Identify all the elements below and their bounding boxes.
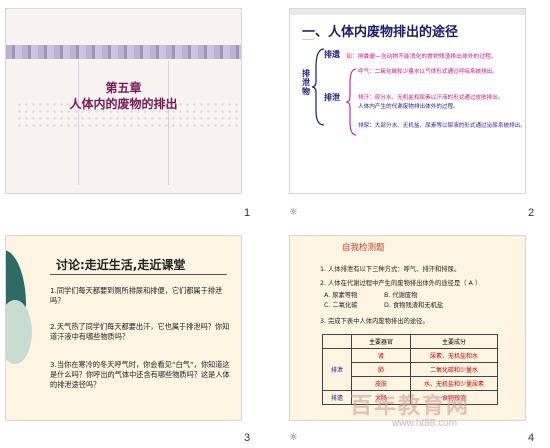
slide-thumbnail-3[interactable]: 讨论:走近生活,走近课堂 1.同学们每天都要到厕所排尿和排便，它们都属于排泄吗？…: [5, 235, 242, 421]
quiz-option: B. 代谢废物: [384, 292, 418, 299]
discussion-question: 3.当你在寒冷的冬天呼气时，你会看见“白气”，你知道这是什么吗？你呼出的气体中还…: [50, 360, 230, 389]
quiz-option: D. 食物残渣和无机盐: [384, 302, 444, 309]
discussion-question: 2.天气热了同学们每天都要出汗，它也属于排泄吗？你知道汗液中有哪些物质吗？: [50, 322, 230, 341]
table-cell: 肾: [351, 348, 411, 363]
slide-thumbnail-2[interactable]: 一、人体内废物排出的途径 排遗 如：排粪便—含动物不能消化的食物残渣排出体外的过…: [289, 8, 526, 194]
slide-heading: 一、人体内废物排出的途径: [302, 25, 459, 40]
slide-title-chapter: 第五章: [105, 81, 142, 95]
slide-number: 1: [244, 207, 251, 219]
slide-number: 3: [244, 432, 251, 444]
slide-number: 4: [528, 432, 535, 444]
decorative-band: [6, 45, 241, 59]
slide-number: 2: [528, 207, 535, 219]
table-header: 主要成分: [410, 334, 498, 349]
watermark-url: www.ht88.com: [392, 418, 458, 429]
slide-thumbnail-1[interactable]: 第五章 人体内的废物的排出: [5, 8, 242, 194]
divider: [50, 274, 227, 275]
quiz-option: C. 二氧化碳: [324, 302, 358, 309]
route-breath: 呼气：二氧化碳和少量水以气体形式通过呼吸系统排出。: [358, 69, 498, 75]
quiz-line: 2. 人体在代谢过程中产生的废物排出体外的途径是（ A ）: [320, 280, 482, 287]
quiz-option: A. 尿素等物: [324, 292, 358, 299]
table-group-label: 排遗: [322, 390, 352, 405]
slide-title-main: 人体内的废物的排出: [69, 97, 178, 111]
watermark: 百年教育网: [350, 394, 471, 419]
slide-heading: 自我检测题: [342, 243, 385, 253]
table-header: 主要器官: [351, 334, 411, 349]
table-cell: 二氧化碳和少量水: [410, 362, 498, 377]
slide-heading: 讨论:走近生活,走近课堂: [56, 258, 186, 272]
route-sweat: 排汗：部分水、无机盐和尿素以汗液的形式通过皮肤排出。: [358, 95, 504, 101]
route-urine: 排尿：大部分水、无机盐、尿素等以尿液的形式通过泌尿系统排出。: [358, 123, 526, 129]
label-paiyi: 排遗: [324, 50, 340, 59]
label-paixie-definition: 人体内产生的代谢废物排出体外的过程。: [358, 104, 459, 110]
label-excretion: 排泄物: [302, 69, 310, 96]
table-cell: 尿素、无机盐和水: [410, 348, 498, 363]
table-group-label: 排泄: [322, 348, 352, 391]
brace-icon: [312, 48, 325, 126]
discussion-question: 1.同学们每天都要到厕所排尿和排便，它们都属于排泄吗？: [50, 286, 223, 305]
brace-icon: [346, 68, 357, 136]
slide-transition-icon: ☼: [289, 207, 298, 218]
decorative-band: [290, 9, 525, 15]
quiz-line: 1. 人体排泄有以下三种方式：呼气、排汗和排尿。: [320, 266, 461, 273]
quiz-line: 3. 完成下表中人体内废物排出的途径。: [320, 318, 429, 325]
table-cell: 肺: [351, 362, 411, 377]
divider: [302, 39, 314, 40]
table-corner: [322, 334, 352, 349]
slide-transition-icon: ☼: [289, 432, 298, 443]
label-paiyi-definition: 如：排粪便—含动物不能消化的食物残渣排出体外的过程。: [346, 54, 497, 60]
label-paixie: 排泄: [324, 93, 340, 102]
decorative-shape: [6, 300, 32, 364]
